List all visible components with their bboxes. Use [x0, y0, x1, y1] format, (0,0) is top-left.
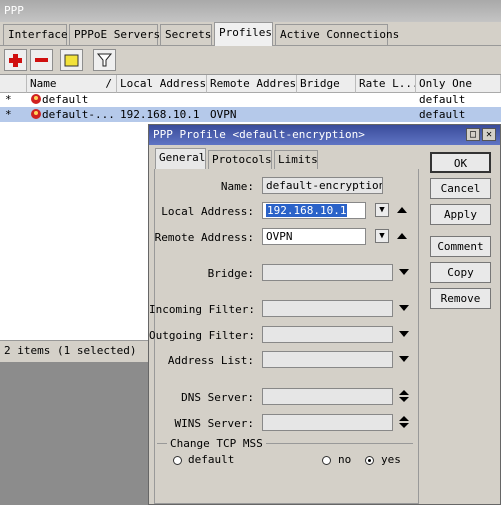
profile-icon: [31, 94, 41, 104]
address-list-label: Address List:: [167, 354, 254, 367]
row-name-cell: default: [28, 92, 117, 107]
dialog-titlebar[interactable]: PPP Profile <default-encryption> □ ✕: [149, 125, 500, 145]
bridge-label: Bridge:: [207, 267, 254, 280]
row-only-one: default: [419, 93, 466, 106]
empty-area: [0, 362, 150, 505]
outgoing-filter-select[interactable]: [262, 326, 393, 343]
tcp-mss-legend: Change TCP MSS: [167, 437, 266, 450]
comment-button[interactable]: [60, 49, 83, 71]
name-label: Name:: [220, 180, 254, 193]
dns-server-label: DNS Server:: [181, 391, 254, 404]
note-icon: [64, 54, 79, 67]
dialog-title: PPP Profile <default-encryption>: [153, 128, 365, 141]
local-address-label: Local Address:: [161, 205, 254, 218]
profile-icon: [31, 109, 41, 119]
sort-indicator: /: [105, 77, 112, 90]
collapse-arrow-icon[interactable]: [397, 207, 407, 213]
ok-button[interactable]: OK: [430, 152, 491, 173]
minus-icon: [35, 58, 48, 62]
row-local-address: [117, 92, 207, 107]
toolbar: [0, 46, 501, 74]
address-list-select[interactable]: [262, 351, 393, 368]
tab-active-connections[interactable]: Active Connections: [275, 24, 399, 45]
cancel-button[interactable]: Cancel: [430, 178, 491, 199]
window-title: PPP: [4, 4, 24, 17]
local-address-value: 192.168.10.1: [266, 204, 348, 217]
tcp-mss-yes-radio[interactable]: [365, 456, 374, 465]
dialog-tab-protocols[interactable]: Protocols: [208, 150, 272, 169]
row-only-one: default: [419, 108, 466, 121]
window-titlebar: PPP: [0, 0, 501, 22]
status-bar: 2 items (1 selected): [0, 340, 148, 362]
tab-secrets[interactable]: Secrets: [160, 24, 212, 45]
outgoing-filter-dropdown-icon[interactable]: [399, 331, 409, 337]
remote-address-input[interactable]: OVPN: [262, 228, 366, 245]
address-list-dropdown-icon[interactable]: [399, 356, 409, 362]
row-name-cell: default-...: [28, 107, 117, 122]
bridge-select[interactable]: [262, 264, 393, 281]
add-button[interactable]: [4, 49, 27, 71]
expand-down-icon[interactable]: [399, 423, 409, 428]
tcp-mss-no-radio[interactable]: [322, 456, 331, 465]
expand-down-icon[interactable]: [399, 397, 409, 402]
tcp-mss-default-label: default: [188, 453, 235, 466]
tcp-mss-default-radio[interactable]: [173, 456, 182, 465]
copy-button[interactable]: Copy: [430, 262, 491, 283]
incoming-filter-label: Incoming Filter:: [149, 303, 255, 316]
column-header-rate-limit[interactable]: Rate L...: [356, 75, 416, 93]
column-header-only-one[interactable]: Only One: [416, 75, 501, 93]
tab-interface[interactable]: Interface: [3, 24, 68, 45]
table-row[interactable]: * default default: [0, 92, 501, 107]
dropdown-icon: ▼: [379, 205, 385, 215]
row-remote-address: OVPN: [210, 108, 237, 121]
column-header-name[interactable]: Name /: [27, 75, 117, 93]
column-header-remote-address[interactable]: Remote Address: [207, 75, 297, 93]
row-flag: *: [5, 108, 12, 121]
incoming-filter-dropdown-icon[interactable]: [399, 305, 409, 311]
local-address-dropdown[interactable]: ▼: [375, 203, 389, 217]
remote-address-dropdown[interactable]: ▼: [375, 229, 389, 243]
local-address-input[interactable]: 192.168.10.1: [262, 202, 366, 219]
row-flag: *: [5, 93, 12, 106]
wins-server-input[interactable]: [262, 414, 393, 431]
close-button[interactable]: ✕: [482, 128, 496, 141]
name-field[interactable]: default-encryption: [262, 177, 383, 194]
tcp-mss-yes-label: yes: [381, 453, 401, 466]
tcp-mss-no-label: no: [338, 453, 352, 466]
filter-icon: [96, 53, 113, 67]
filter-button[interactable]: [93, 49, 116, 71]
status-text: 2 items (1 selected): [4, 344, 137, 357]
remove-button[interactable]: [30, 49, 53, 71]
tab-bar: Interface PPPoE Servers Secrets Profiles…: [0, 22, 501, 46]
tab-pppoe-servers[interactable]: PPPoE Servers: [69, 24, 160, 45]
column-header-local-address[interactable]: Local Address: [117, 75, 207, 93]
remote-address-label: Remote Address:: [154, 231, 254, 244]
remove-button[interactable]: Remove: [430, 288, 491, 309]
maximize-icon: □: [469, 129, 477, 140]
close-icon: ✕: [485, 129, 493, 140]
row-local-address: 192.168.10.1: [120, 108, 200, 121]
expand-up-icon[interactable]: [399, 390, 409, 395]
expand-up-icon[interactable]: [399, 416, 409, 421]
column-header-bridge[interactable]: Bridge: [297, 75, 356, 93]
ppp-profile-dialog: PPP Profile <default-encryption> □ ✕ Gen…: [148, 124, 501, 505]
outgoing-filter-label: Outgoing Filter:: [149, 329, 255, 342]
dialog-tab-limits[interactable]: Limits: [274, 150, 318, 169]
maximize-button[interactable]: □: [466, 128, 480, 141]
bridge-dropdown-icon[interactable]: [399, 269, 409, 275]
collapse-arrow-icon[interactable]: [397, 233, 407, 239]
wins-server-label: WINS Server:: [174, 417, 254, 430]
plus-icon: [9, 54, 22, 67]
row-remote-address: [207, 92, 297, 107]
table-row-selected[interactable]: * default-... 192.168.10.1 OVPN default: [0, 107, 501, 122]
dns-server-input[interactable]: [262, 388, 393, 405]
comment-button[interactable]: Comment: [430, 236, 491, 257]
apply-button[interactable]: Apply: [430, 204, 491, 225]
dialog-tab-general[interactable]: General: [155, 148, 206, 169]
tab-profiles[interactable]: Profiles: [214, 22, 273, 46]
incoming-filter-select[interactable]: [262, 300, 393, 317]
column-header-flag: [0, 75, 27, 93]
dropdown-icon: ▼: [379, 231, 385, 241]
